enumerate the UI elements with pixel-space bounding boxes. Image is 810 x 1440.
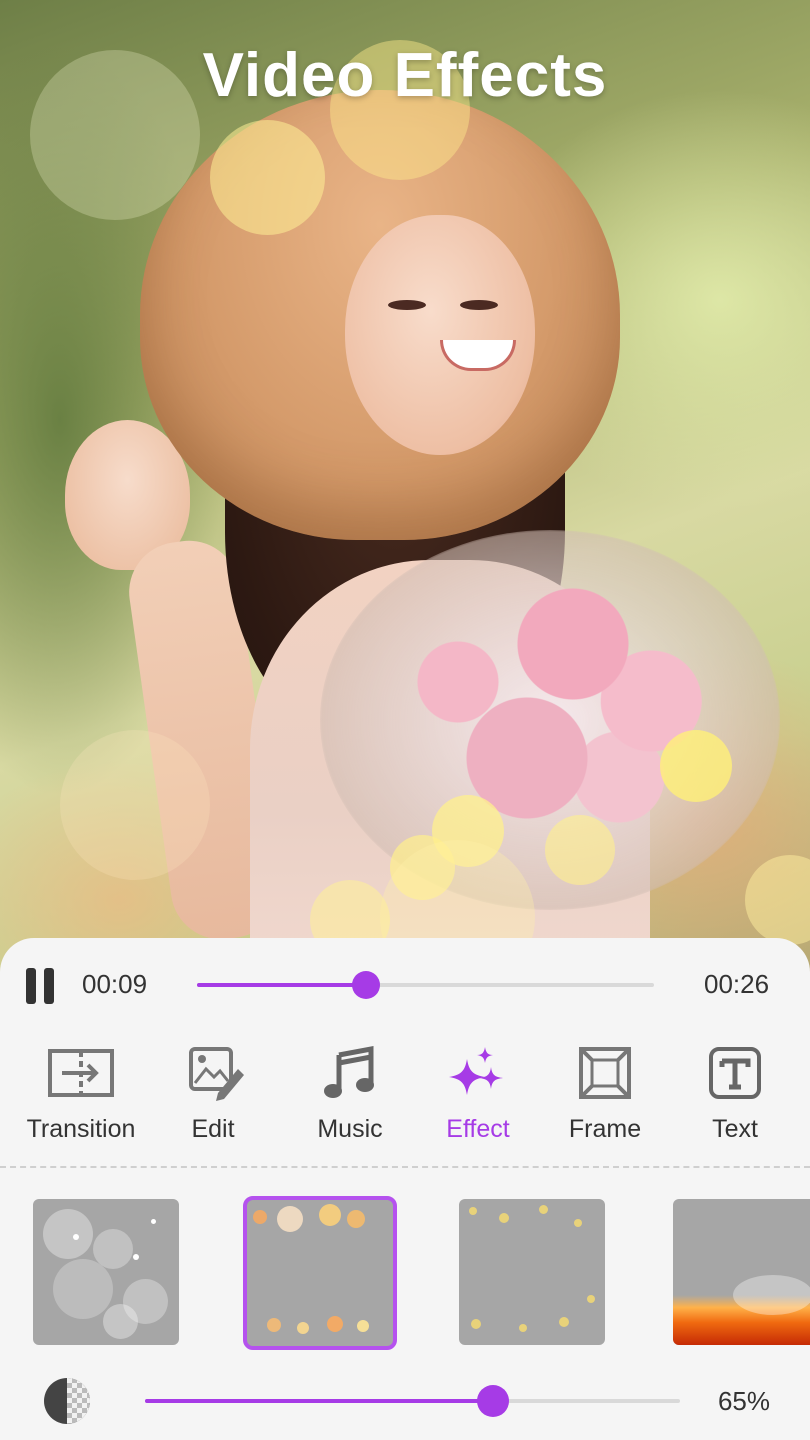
fire-smoke: [733, 1275, 810, 1315]
page-title: Video Effects: [202, 41, 608, 110]
tool-music[interactable]: Music: [280, 1043, 420, 1153]
bokeh-light: [545, 815, 615, 885]
music-note-icon: [324, 1045, 374, 1098]
seekbar-progress: [197, 983, 367, 987]
playback-seekbar[interactable]: [197, 971, 654, 999]
sparkle-dot: [73, 1234, 79, 1240]
sparkle-dot: [519, 1324, 527, 1332]
pause-icon-bar: [26, 968, 36, 1004]
sparkle-dot: [151, 1219, 156, 1224]
effect-thumb-golden-bokeh[interactable]: [243, 1196, 397, 1350]
sparkle-dot: [471, 1319, 481, 1329]
playback-bar: 00:09 00:26: [0, 938, 810, 1033]
text-icon: [709, 1047, 761, 1099]
tool-label: Frame: [568, 1115, 642, 1143]
sparkles-icon: [449, 1047, 503, 1095]
sparkle-dot: [559, 1317, 569, 1327]
sparkle-dot: [103, 1304, 138, 1339]
bokeh-light: [210, 120, 325, 235]
sparkle-dot: [43, 1209, 93, 1259]
sparkle-dot: [297, 1322, 309, 1334]
edit-image-icon: [189, 1047, 244, 1101]
seekbar-thumb[interactable]: [352, 971, 381, 999]
divider: [0, 1166, 810, 1168]
tool-transition[interactable]: Transition: [11, 1043, 151, 1153]
tool-label: Edit: [191, 1115, 235, 1143]
sparkle-dot: [327, 1316, 343, 1332]
tool-label: Effect: [446, 1115, 510, 1143]
sparkle-dot: [347, 1210, 365, 1228]
photo-face: [345, 215, 535, 455]
sparkle-dot: [253, 1210, 267, 1224]
effect-thumb-glitter[interactable]: [459, 1199, 605, 1345]
tool-effect[interactable]: Effect: [408, 1043, 548, 1153]
sparkle-dot: [357, 1320, 369, 1332]
photo-eye-left: [388, 300, 426, 310]
opacity-slider-fill: [145, 1399, 493, 1403]
sparkle-dot: [574, 1219, 582, 1227]
tool-frame[interactable]: Frame: [535, 1043, 675, 1153]
pause-button[interactable]: [26, 968, 56, 1004]
tool-label: Transition: [26, 1115, 136, 1143]
tool-edit[interactable]: Edit: [143, 1043, 283, 1153]
total-time: 00:26: [704, 969, 770, 999]
effect-list: [0, 1196, 810, 1351]
current-time: 00:09: [82, 969, 148, 999]
sparkle-dot: [499, 1213, 509, 1223]
opacity-slider-thumb[interactable]: [476, 1385, 509, 1417]
sparkle-dot: [587, 1295, 595, 1303]
tool-bar: Transition Edit Music Effect Frame Text: [0, 1043, 810, 1158]
sparkle-dot: [267, 1318, 281, 1332]
sparkle-dot: [133, 1254, 139, 1260]
frame-icon: [579, 1047, 631, 1099]
transition-icon: [48, 1049, 114, 1097]
sparkle-dot: [539, 1205, 548, 1214]
opacity-value: 65%: [717, 1386, 770, 1416]
opacity-icon: [44, 1378, 90, 1424]
sparkle-dot: [277, 1206, 303, 1232]
tool-text[interactable]: Text: [665, 1043, 805, 1153]
editor-panel: 00:09 00:26 Transition Edit Music Effect…: [0, 938, 810, 1440]
opacity-control: 65%: [0, 1368, 810, 1438]
sparkle-dot: [53, 1259, 113, 1319]
sparkle-dot: [469, 1207, 477, 1215]
photo-eye-right: [460, 300, 498, 310]
pause-icon-bar: [44, 968, 54, 1004]
effect-thumb-fire[interactable]: [673, 1199, 810, 1345]
effect-thumb-sparkle[interactable]: [33, 1199, 179, 1345]
opacity-slider[interactable]: [145, 1385, 680, 1417]
bokeh-light: [745, 855, 810, 945]
bokeh-light: [660, 730, 732, 802]
video-preview[interactable]: Video Effects: [0, 0, 810, 980]
bokeh-light: [60, 730, 210, 880]
sparkle-dot: [319, 1204, 341, 1226]
tool-label: Text: [712, 1115, 758, 1143]
tool-label: Music: [317, 1115, 383, 1143]
